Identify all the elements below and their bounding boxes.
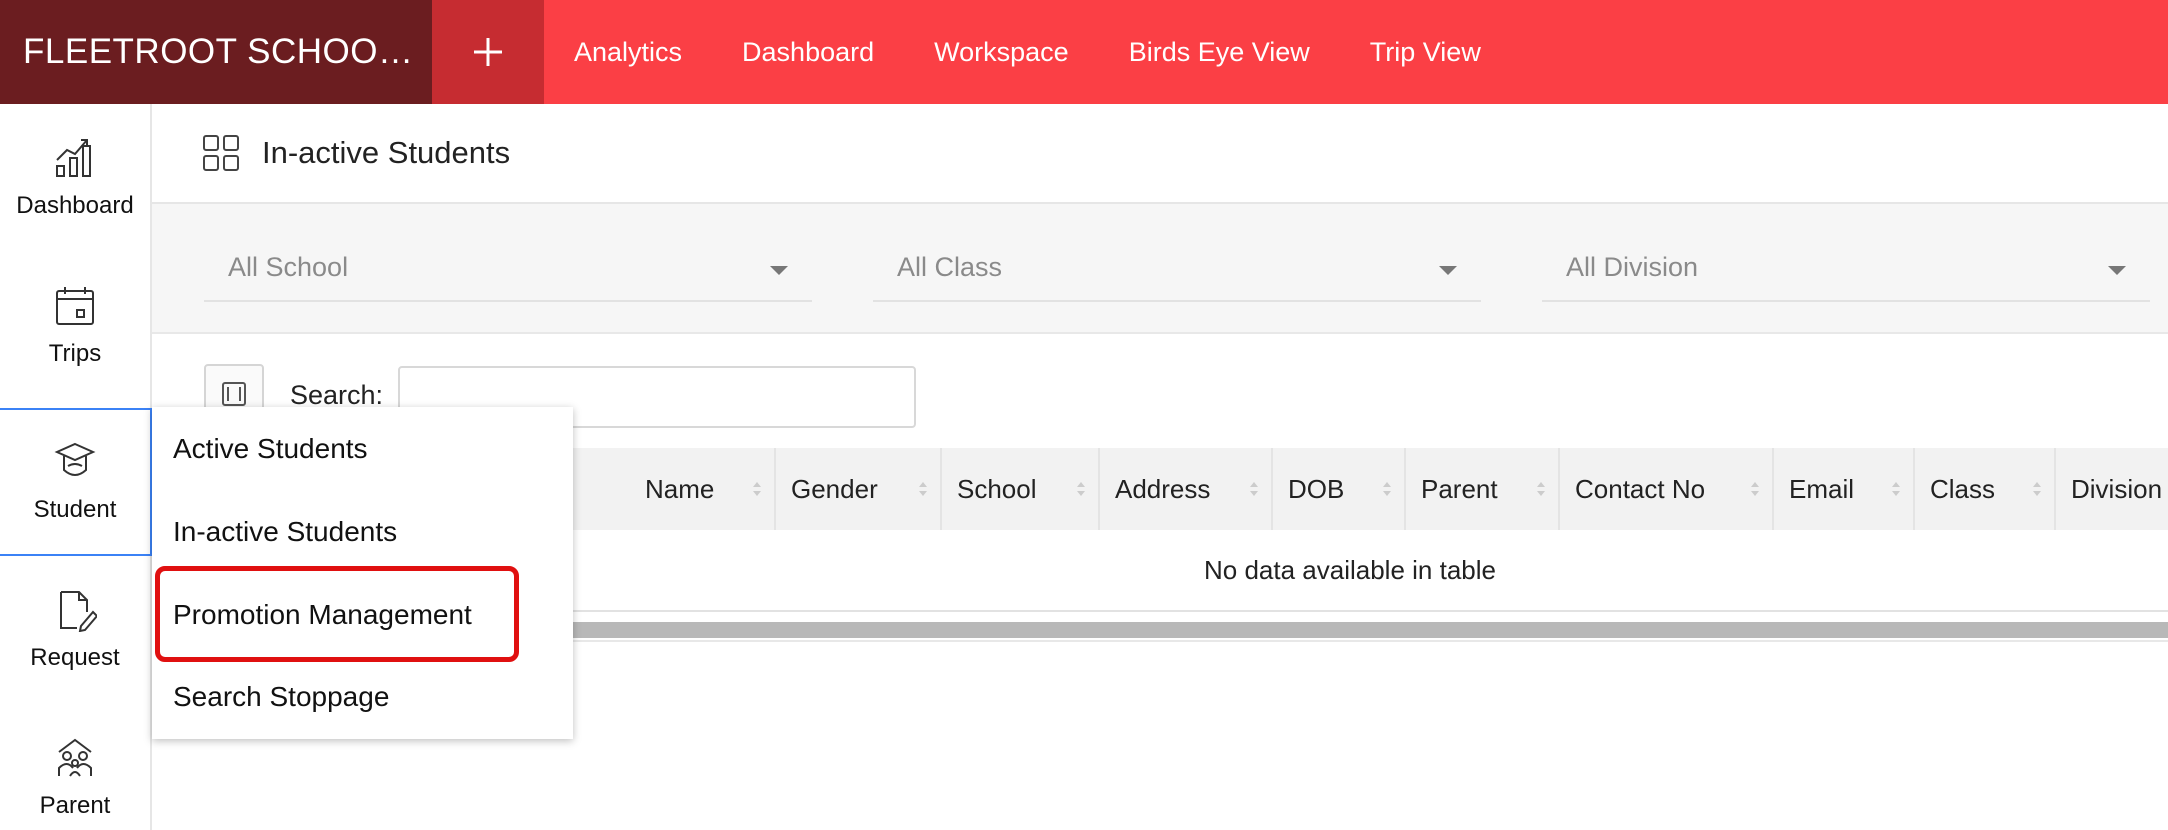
sort-icon <box>1892 482 1900 496</box>
sidebar-item-parent[interactable]: Parent <box>0 704 150 830</box>
menu-item-active-students[interactable]: Active Students <box>173 433 368 465</box>
plus-icon <box>474 38 502 66</box>
col-class[interactable]: Class <box>1915 448 2056 530</box>
menu-item-inactive-students[interactable]: In-active Students <box>173 516 397 548</box>
sidebar-label-dashboard: Dashboard <box>16 192 134 219</box>
nav-analytics[interactable]: Analytics <box>574 37 682 68</box>
col-dob-label: DOB <box>1288 473 1345 504</box>
menu-item-search-stoppage[interactable]: Search Stoppage <box>173 681 389 713</box>
col-gender[interactable]: Gender <box>776 448 942 530</box>
chevron-down-icon <box>2108 266 2126 275</box>
sort-icon <box>2033 482 2041 496</box>
col-school-label: School <box>957 473 1037 504</box>
chevron-down-icon <box>1439 266 1457 275</box>
sort-icon <box>1077 482 1085 496</box>
columns-icon <box>222 382 246 406</box>
sidebar-item-request[interactable]: Request <box>0 556 150 704</box>
sidebar-label-parent: Parent <box>39 792 111 819</box>
graduation-cap-icon <box>54 442 96 476</box>
scrollbar-track <box>570 640 2168 646</box>
sidebar-label-trips: Trips <box>48 340 102 367</box>
nav-workspace[interactable]: Workspace <box>934 37 1069 68</box>
edit-document-icon <box>60 591 97 632</box>
calendar-icon <box>56 287 94 325</box>
col-class-label: Class <box>1930 473 1996 504</box>
sidebar-item-student[interactable]: Student <box>0 408 152 556</box>
sort-icon <box>1537 482 1545 496</box>
family-icon <box>58 738 92 777</box>
class-select-value: All Class <box>897 252 1003 282</box>
school-select[interactable]: All School <box>204 238 812 302</box>
sidebar: Dashboard Trips Student Request Parent <box>0 104 152 830</box>
school-select-value: All School <box>228 252 349 282</box>
bar-chart-icon <box>56 139 91 177</box>
sort-icon <box>1250 482 1258 496</box>
col-name[interactable]: Name <box>630 448 776 530</box>
student-submenu: Active Students In-active Students Promo… <box>152 407 573 739</box>
nav-trip-view[interactable]: Trip View <box>1370 37 1481 68</box>
nav-birds-eye-view[interactable]: Birds Eye View <box>1129 37 1310 68</box>
top-nav: Analytics Dashboard Workspace Birds Eye … <box>544 0 1511 104</box>
col-address-label: Address <box>1115 473 1211 504</box>
sort-icon <box>919 482 927 496</box>
col-gender-label: Gender <box>791 473 878 504</box>
col-school[interactable]: School <box>942 448 1100 530</box>
brand-title[interactable]: FLEETROOT SCHOO… <box>0 0 432 104</box>
col-dob[interactable]: DOB <box>1273 448 1406 530</box>
top-navbar: FLEETROOT SCHOO… Analytics Dashboard Wor… <box>0 0 2168 104</box>
col-name-label: Name <box>645 473 715 504</box>
col-parent-label: Parent <box>1421 473 1498 504</box>
page-title: In-active Students <box>262 135 511 170</box>
sidebar-label-student: Student <box>33 496 117 523</box>
page-header: In-active Students <box>152 104 2168 204</box>
sort-icon <box>753 482 761 496</box>
sort-icon <box>1383 482 1391 496</box>
menu-item-promotion-management[interactable]: Promotion Management <box>173 599 472 631</box>
col-division[interactable]: Division <box>2056 448 2168 530</box>
sidebar-label-request: Request <box>30 644 120 671</box>
col-address[interactable]: Address <box>1100 448 1273 530</box>
division-select[interactable]: All Division <box>1542 238 2150 302</box>
horizontal-scrollbar[interactable] <box>570 622 2168 638</box>
col-contact-no-label: Contact No <box>1575 473 1706 504</box>
chevron-down-icon <box>770 266 788 275</box>
add-button[interactable] <box>432 0 544 104</box>
col-contact-no[interactable]: Contact No <box>1560 448 1774 530</box>
col-email-label: Email <box>1789 473 1855 504</box>
class-select[interactable]: All Class <box>873 238 1481 302</box>
filter-bar: All School All Class All Division <box>152 204 2168 334</box>
sidebar-item-dashboard[interactable]: Dashboard <box>0 104 150 252</box>
col-email[interactable]: Email <box>1774 448 1915 530</box>
division-select-value: All Division <box>1566 252 1699 282</box>
col-parent[interactable]: Parent <box>1406 448 1560 530</box>
nav-dashboard[interactable]: Dashboard <box>742 37 874 68</box>
grid-icon <box>203 135 239 171</box>
col-division-label: Division <box>2071 473 2163 504</box>
sidebar-item-trips[interactable]: Trips <box>0 252 150 400</box>
sort-icon <box>1751 482 1759 496</box>
